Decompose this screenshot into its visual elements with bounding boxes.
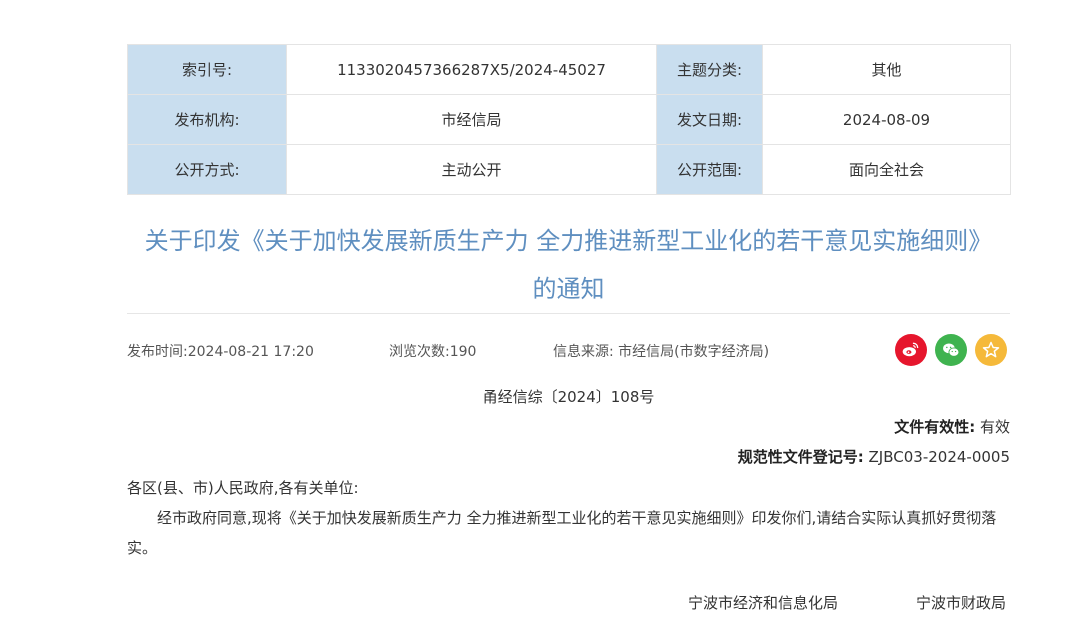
- share-weibo-button[interactable]: [895, 334, 927, 366]
- wechat-icon: [943, 343, 960, 357]
- salutation: 各区(县、市)人民政府,各有关单位:: [127, 479, 359, 497]
- scope-value: 面向全社会: [762, 144, 1011, 195]
- weibo-icon: [902, 342, 919, 357]
- meta-row: 发布机构: 市经信局 发文日期: 2024-08-09: [127, 94, 1011, 145]
- title-line-1: 关于印发《关于加快发展新质生产力 全力推进新型工业化的若干意见实施细则》: [144, 227, 993, 255]
- issue-date-value: 2024-08-09: [762, 94, 1011, 145]
- publish-time: 发布时间:2024-08-21 17:20: [127, 344, 314, 360]
- document-number: 甬经信综〔2024〕108号: [482, 388, 655, 406]
- meta-row: 索引号: 1133020457366287X5/2024-45027 主题分类:…: [127, 44, 1011, 95]
- disclosure-value: 主动公开: [286, 144, 657, 195]
- title-divider: [127, 313, 1010, 314]
- topic-label: 主题分类:: [656, 44, 763, 95]
- publisher-label: 发布机构:: [127, 94, 287, 145]
- article-info-bar: 发布时间:2024-08-21 17:20 浏览次数:190 信息来源: 市经信…: [127, 334, 1010, 366]
- topic-value: 其他: [762, 44, 1011, 95]
- body-paragraph: 经市政府同意,现将《关于加快发展新质生产力 全力推进新型工业化的若干意见实施细则…: [127, 509, 997, 557]
- registration-label: 规范性文件登记号:: [737, 448, 864, 466]
- meta-row: 公开方式: 主动公开 公开范围: 面向全社会: [127, 144, 1011, 195]
- index-value: 1133020457366287X5/2024-45027: [286, 44, 657, 95]
- document-meta-table: 索引号: 1133020457366287X5/2024-45027 主题分类:…: [127, 44, 1011, 195]
- signer-economy-bureau: 宁波市经济和信息化局: [688, 594, 839, 612]
- validity-label: 文件有效性:: [894, 418, 976, 436]
- favorite-button[interactable]: [975, 334, 1007, 366]
- info-source: 信息来源: 市经信局(市数字经济局): [553, 344, 770, 360]
- registration-value: ZJBC03-2024-0005: [868, 448, 1010, 466]
- star-icon: [982, 341, 1000, 358]
- registration-line: 规范性文件登记号: ZJBC03-2024-0005: [738, 446, 1010, 467]
- publisher-value: 市经信局: [286, 94, 657, 145]
- page-title: 关于印发《关于加快发展新质生产力 全力推进新型工业化的若干意见实施细则》 的通知: [127, 217, 1010, 313]
- title-line-2: 的通知: [532, 275, 605, 303]
- scope-label: 公开范围:: [656, 144, 763, 195]
- disclosure-label: 公开方式:: [127, 144, 287, 195]
- validity-value: 有效: [979, 418, 1010, 436]
- validity-line: 文件有效性: 有效: [894, 416, 1010, 437]
- index-label: 索引号:: [127, 44, 287, 95]
- issue-date-label: 发文日期:: [656, 94, 763, 145]
- share-wechat-button[interactable]: [935, 334, 967, 366]
- view-count: 浏览次数:190: [389, 344, 477, 360]
- signer-finance-bureau: 宁波市财政局: [916, 594, 1007, 612]
